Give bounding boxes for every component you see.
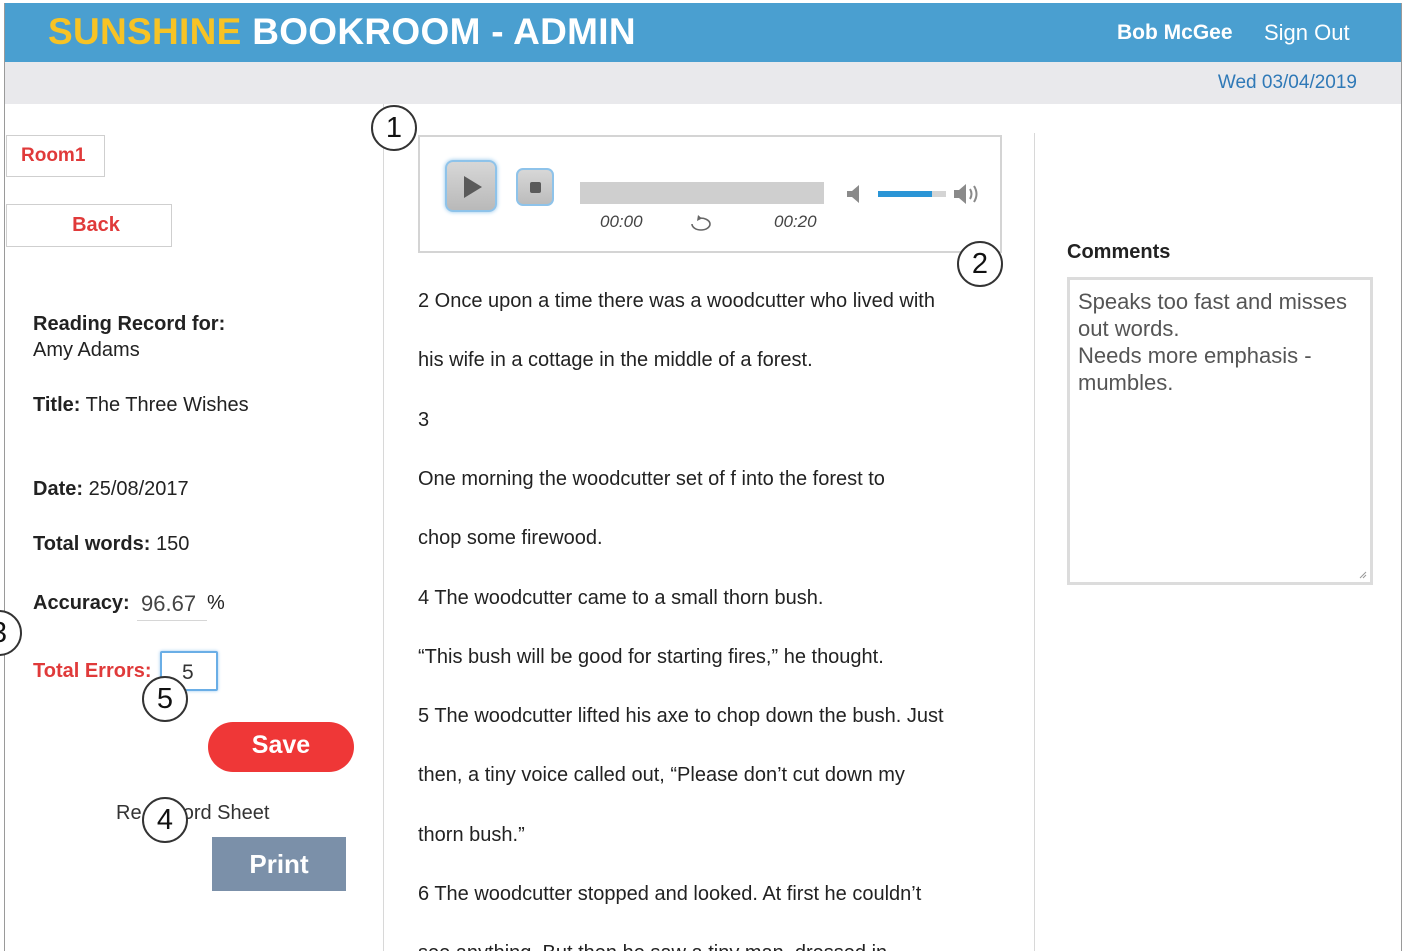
print-button[interactable]: Print — [212, 837, 346, 891]
loop-icon[interactable] — [686, 211, 716, 233]
duration: 00:20 — [774, 212, 817, 231]
audio-player: 00:00 00:20 — [418, 135, 1002, 253]
progress-bar[interactable] — [580, 182, 824, 204]
comments-text: Speaks too fast and misses out words. Ne… — [1078, 289, 1348, 395]
date-bar: Wed 03/04/2019 — [5, 62, 1401, 104]
back-button[interactable]: Back — [6, 204, 172, 247]
story-line: 2 Once upon a time there was a woodcutte… — [418, 290, 935, 312]
accuracy-field[interactable]: 96.67 — [137, 587, 207, 621]
story-line: then, a tiny voice called out, “Please d… — [418, 764, 905, 786]
reading-record-label: Reading Record for: — [33, 313, 226, 335]
story-line: 3 — [418, 409, 430, 431]
top-bar: SUNSHINE BOOKROOM - ADMIN Bob McGee Sign… — [5, 3, 1401, 62]
sign-out-link[interactable]: Sign Out — [1264, 20, 1350, 46]
accuracy-label: Accuracy: — [33, 592, 130, 614]
play-button[interactable] — [445, 160, 497, 212]
comments-label: Comments — [1067, 241, 1171, 263]
student-name: Amy Adams — [33, 339, 140, 361]
story-line: his wife in a cottage in the middle of a… — [418, 349, 813, 371]
date-row: Date: 25/08/2017 — [33, 478, 189, 501]
volume-level — [878, 191, 933, 197]
total-words-row: Total words: 150 — [33, 533, 189, 556]
story-line: “This bush will be good for starting fir… — [418, 646, 884, 668]
resize-grip-icon[interactable] — [1359, 571, 1367, 579]
total-words-value: 150 — [155, 533, 190, 555]
date-label: Date: — [33, 478, 84, 500]
volume-slider[interactable] — [878, 191, 946, 197]
record-sheet-label: Re Record Sheet — [116, 802, 270, 824]
title-value: The Three Wishes — [85, 394, 249, 416]
story-line: 6 The woodcutter stopped and looked. At … — [418, 883, 922, 905]
current-date: Wed 03/04/2019 — [1217, 72, 1357, 93]
column-divider — [1034, 133, 1035, 951]
brand-secondary: BOOKROOM - ADMIN — [252, 11, 636, 52]
story-line: 4 The woodcutter came to a small thorn b… — [418, 587, 824, 609]
total-words-label: Total words: — [33, 533, 151, 555]
callout-1: 1 — [371, 105, 417, 151]
volume-icon[interactable] — [952, 181, 982, 207]
save-button[interactable]: Save — [208, 722, 354, 772]
story-line: One morning the woodcutter set of f into… — [418, 468, 885, 490]
comments-textarea[interactable]: Speaks too fast and misses out words. Ne… — [1067, 277, 1373, 585]
app-title: SUNSHINE BOOKROOM - ADMIN — [48, 11, 636, 53]
current-time: 00:00 — [600, 212, 643, 231]
story-line: chop some firewood. — [418, 527, 603, 549]
accuracy-unit: % — [207, 592, 225, 614]
story-line: thorn bush.” — [418, 824, 525, 846]
story-line: 5 The woodcutter lifted his axe to chop … — [418, 705, 944, 727]
total-errors-label: Total Errors: — [33, 660, 152, 682]
callout-5: 5 — [142, 676, 188, 722]
play-icon — [464, 176, 482, 198]
column-divider — [383, 104, 384, 951]
title-label: Title: — [33, 394, 81, 416]
user-name-link[interactable]: Bob McGee — [1117, 21, 1233, 45]
room-button[interactable]: Room1 — [6, 135, 105, 177]
date-value: 25/08/2017 — [88, 478, 189, 500]
stop-icon — [530, 182, 541, 193]
title-row: Title: The Three Wishes — [33, 394, 249, 417]
callout-4: 4 — [142, 797, 188, 843]
callout-2: 2 — [957, 241, 1003, 287]
story-line: see anything. But then he saw a tiny man… — [418, 942, 887, 951]
stop-button[interactable] — [516, 168, 554, 206]
mute-icon[interactable] — [844, 183, 866, 205]
brand-primary: SUNSHINE — [48, 11, 242, 52]
